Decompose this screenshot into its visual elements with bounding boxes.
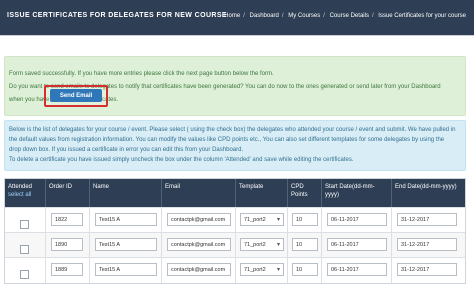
table-row: 1889 Test15 A contactpk@gmail.com 71_por… <box>5 257 465 283</box>
start-date-field[interactable]: 06-11-2017 <box>327 263 387 276</box>
email-field[interactable]: contactpk@gmail.com <box>167 213 231 226</box>
chevron-down-icon: ▾ <box>276 242 280 248</box>
breadcrumb: Home / Dashboard / My Courses / Course Deta… <box>224 13 466 19</box>
attended-checkbox[interactable] <box>20 245 29 254</box>
template-value: 71_port2 <box>244 217 266 223</box>
info-line-4: To delete a certificate you have issued … <box>9 157 354 163</box>
col-order-id: Order ID <box>45 179 89 207</box>
info-line-3: drop down box. If you issued a certifica… <box>9 147 244 153</box>
cpd-points-field[interactable]: 10 <box>292 213 318 226</box>
delegates-table: Attended select all Order ID Name Email … <box>4 178 466 284</box>
chevron-down-icon: ▾ <box>276 217 280 223</box>
info-alert: Below is the list of delegates for your … <box>4 120 466 171</box>
end-date-field[interactable]: 31-12-2017 <box>397 263 457 276</box>
attended-checkbox[interactable] <box>20 270 29 279</box>
name-field[interactable]: Test15 A <box>95 213 157 226</box>
table-header: Attended select all Order ID Name Email … <box>5 179 465 207</box>
start-date-field[interactable]: 06-11-2017 <box>327 238 387 251</box>
col-start-date: Start Date(dd-mm-yyyy) <box>321 179 391 207</box>
template-select[interactable]: 71_port2 ▾ <box>240 238 284 251</box>
col-attended-label: Attended <box>8 184 33 190</box>
page-header: ISSUE CERTIFICATES FOR DELEGATES FOR NEW… <box>0 0 474 36</box>
attended-checkbox[interactable] <box>20 220 29 229</box>
cpd-points-field[interactable]: 10 <box>292 263 318 276</box>
select-all-link[interactable]: select all <box>8 191 42 199</box>
breadcrumb-current: Issue Certificates for your course <box>378 13 466 19</box>
email-field[interactable]: contactpk@gmail.com <box>167 263 231 276</box>
col-email: Email <box>161 179 235 207</box>
order-id-field[interactable]: 1889 <box>51 263 83 276</box>
col-end-date: End Date(dd-mm-yyyy) <box>391 179 465 207</box>
cpd-points-field[interactable]: 10 <box>292 238 318 251</box>
template-select[interactable]: 71_port2 ▾ <box>240 263 284 276</box>
breadcrumb-dashboard[interactable]: Dashboard <box>250 13 279 19</box>
info-line-2: the default values from registration inf… <box>9 137 445 143</box>
col-template: Template <box>235 179 287 207</box>
name-field[interactable]: Test15 A <box>95 238 157 251</box>
order-id-field[interactable]: 1822 <box>51 213 83 226</box>
col-name: Name <box>89 179 161 207</box>
breadcrumb-course-details[interactable]: Course Details <box>330 13 369 19</box>
chevron-down-icon: ▾ <box>276 267 280 273</box>
send-email-highlight: Send Email <box>44 85 108 107</box>
info-line-1: Below is the list of delegates for your … <box>9 127 456 133</box>
table-row: 1822 Test15 A contactpk@gmail.com 71_por… <box>5 207 465 233</box>
order-id-field[interactable]: 1890 <box>51 238 83 251</box>
breadcrumb-my-courses[interactable]: My Courses <box>288 13 320 19</box>
template-value: 71_port2 <box>244 267 266 273</box>
col-attended: Attended select all <box>5 179 45 207</box>
end-date-field[interactable]: 31-12-2017 <box>397 213 457 226</box>
name-field[interactable]: Test15 A <box>95 263 157 276</box>
success-line-1: Form saved successfully. If you have mor… <box>9 71 274 77</box>
breadcrumb-home[interactable]: Home <box>224 13 240 19</box>
col-cpd: CPD Points <box>287 179 321 207</box>
email-field[interactable]: contactpk@gmail.com <box>167 238 231 251</box>
send-email-button[interactable]: Send Email <box>50 89 102 102</box>
table-row: 1890 Test15 A contactpk@gmail.com 71_por… <box>5 232 465 258</box>
page-title: ISSUE CERTIFICATES FOR DELEGATES FOR NEW… <box>7 12 227 19</box>
start-date-field[interactable]: 06-11-2017 <box>327 213 387 226</box>
end-date-field[interactable]: 31-12-2017 <box>397 238 457 251</box>
template-select[interactable]: 71_port2 ▾ <box>240 213 284 226</box>
template-value: 71_port2 <box>244 242 266 248</box>
